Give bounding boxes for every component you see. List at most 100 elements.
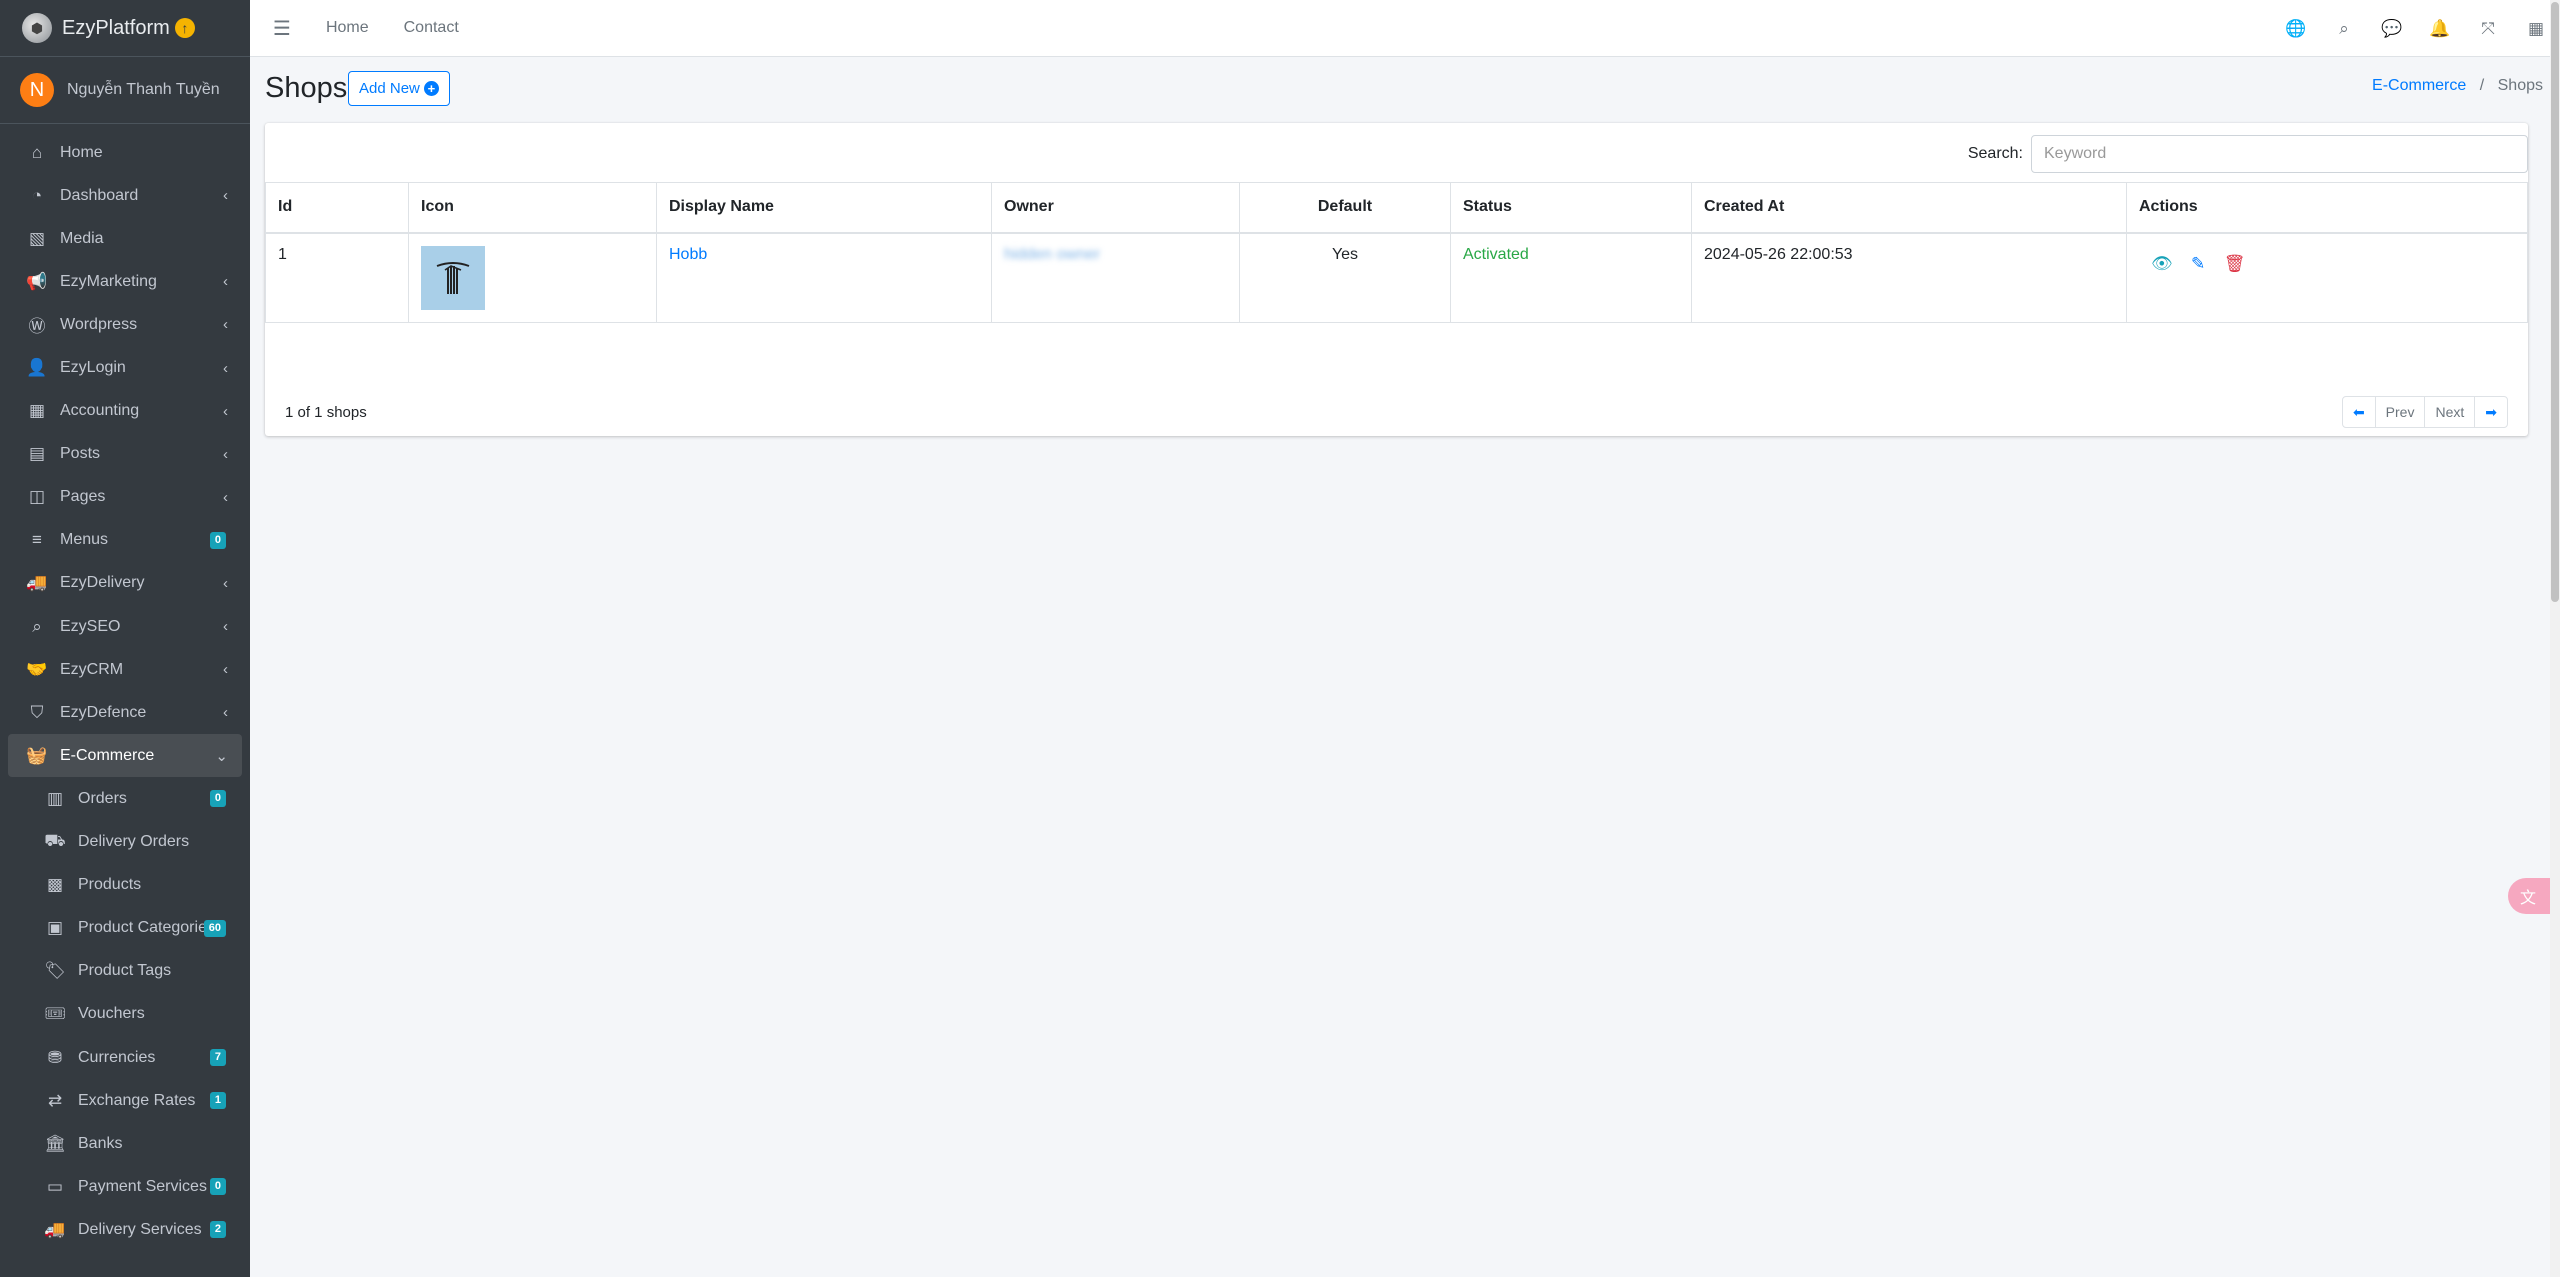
edit-icon[interactable]: ✎ — [2191, 254, 2205, 274]
chevron-left-icon: ‹ — [223, 618, 228, 636]
sidebar-item-product-categories[interactable]: ▣ Product Categories 60 — [8, 907, 242, 950]
handshake-icon: 🤝 — [26, 659, 48, 679]
sidebar-item-exchange-rates[interactable]: ⇄ Exchange Rates 1 — [8, 1079, 242, 1122]
prev-arrow-icon[interactable]: ⬅ — [2343, 397, 2376, 427]
sidebar-item-label: Accounting — [60, 402, 140, 420]
sidebar-item-menus[interactable]: ≡ Menus 0 — [8, 519, 242, 562]
cell-owner: hidden owner — [991, 232, 1240, 323]
bell-icon[interactable]: 🔔 — [2416, 19, 2464, 39]
sidebar-item-vouchers[interactable]: 🎟 Vouchers — [8, 993, 242, 1036]
sidebar-item-label: EzyMarketing — [60, 272, 157, 290]
clipboard-icon: ▣ — [46, 918, 64, 938]
sidebar-item-ezylogin[interactable]: 👤 EzyLogin ‹ — [8, 346, 242, 389]
col-created-at[interactable]: Created At — [1691, 182, 2127, 234]
scroll-thumb[interactable] — [2551, 2, 2559, 602]
view-icon[interactable]: 👁 — [2151, 254, 2173, 274]
delete-icon[interactable]: 🗑 — [2224, 254, 2246, 274]
brand[interactable]: ⬢ EzyPlatform ↑ — [0, 0, 250, 57]
sidebar-item-label: Menus — [60, 531, 109, 549]
sidebar-item-label: Product Tags — [78, 962, 172, 980]
shop-name-link[interactable]: Hobb — [669, 246, 707, 263]
pages-icon: ◫ — [28, 487, 46, 507]
chevron-left-icon: ‹ — [223, 445, 228, 463]
sidebar-item-ezyseo[interactable]: ⌕ EzySEO ‹ — [8, 605, 242, 648]
col-default[interactable]: Default — [1239, 182, 1451, 234]
sidebar-item-ezydelivery[interactable]: 🚚 EzyDelivery ‹ — [8, 562, 242, 605]
add-new-label: Add New — [359, 80, 420, 97]
sidebar-item-label: Wordpress — [60, 315, 138, 333]
add-new-button[interactable]: Add New + — [348, 71, 450, 106]
sidebar-item-media[interactable]: ▧ Media — [8, 217, 242, 260]
col-owner[interactable]: Owner — [991, 182, 1240, 234]
sidebar-item-ezycrm[interactable]: 🤝 EzyCRM ‹ — [8, 648, 242, 691]
fullscreen-icon[interactable]: ⤧ — [2464, 19, 2512, 39]
col-icon: Icon — [408, 182, 657, 234]
sidebar-item-payment-services[interactable]: ▭ Payment Services 0 — [8, 1165, 242, 1208]
page-scrollbar[interactable] — [2550, 0, 2560, 1277]
sidebar-item-ezydefence[interactable]: ⛉ EzyDefence ‹ — [8, 691, 242, 734]
sidebar-item-orders[interactable]: ▥ Orders 0 — [8, 777, 242, 820]
hamburger-icon[interactable]: ☰ — [273, 16, 291, 41]
top-right-icons: 🌐 ⌕ 💬 🔔 ⤧ ▦ — [2272, 0, 2560, 57]
prev-button[interactable]: Prev — [2376, 397, 2426, 427]
sidebar-item-product-tags[interactable]: 🏷 Product Tags — [8, 950, 242, 993]
megaphone-icon: 📢 — [26, 271, 48, 291]
count-badge: 7 — [209, 1049, 226, 1067]
top-link-contact[interactable]: Contact — [404, 19, 459, 37]
col-id[interactable]: Id — [265, 182, 409, 234]
sidebar-item-e-commerce[interactable]: 🧺 E-Commerce ⌄ — [8, 734, 242, 778]
count-badge: 60 — [203, 919, 226, 937]
sidebar-item-pages[interactable]: ◫ Pages ‹ — [8, 476, 242, 519]
globe-icon[interactable]: 🌐 — [2272, 19, 2320, 39]
sidebar-item-delivery-services[interactable]: 🚚 Delivery Services 2 — [8, 1208, 242, 1251]
col-status[interactable]: Status — [1450, 182, 1692, 234]
plus-circle-icon: + — [423, 81, 439, 96]
sidebar-item-wordpress[interactable]: Ⓦ Wordpress ‹ — [8, 303, 242, 346]
sidebar-item-posts[interactable]: ▤ Posts ‹ — [8, 433, 242, 476]
upgrade-icon[interactable]: ↑ — [174, 18, 195, 38]
top-link-home[interactable]: Home — [326, 19, 369, 37]
user-panel[interactable]: N Nguyễn Thanh Tuyền — [0, 57, 250, 124]
posts-icon: ▤ — [28, 444, 46, 464]
sidebar-item-label: Exchange Rates — [78, 1091, 196, 1109]
shops-card: Search: Id Icon Display Name Owner Defau… — [265, 123, 2528, 436]
col-actions: Actions — [2126, 182, 2528, 234]
sidebar-nav: ⌂ Home ◔ Dashboard ‹ ▧ Media 📢 EzyMarketing ‹ Ⓦ Wor… — [0, 124, 250, 1251]
chevron-left-icon: ‹ — [223, 488, 228, 506]
count-badge: 2 — [209, 1221, 226, 1239]
sidebar-item-ezymarketing[interactable]: 📢 EzyMarketing ‹ — [8, 260, 242, 303]
sidebar-item-products[interactable]: ▩ Products — [8, 864, 242, 907]
sidebar-item-dashboard[interactable]: ◔ Dashboard ‹ — [8, 174, 242, 217]
table-row: 1 Hobb hidden owner Yes Activated 2024-0… — [265, 232, 2528, 323]
sidebar-item-label: Posts — [60, 445, 101, 463]
col-display-name[interactable]: Display Name — [656, 182, 992, 234]
sidebar-item-label: Pages — [60, 488, 106, 506]
chevron-left-icon: ‹ — [223, 273, 228, 291]
breadcrumb: E-Commerce / Shops — [2372, 77, 2543, 95]
cell-actions: 👁 ✎ 🗑 — [2126, 232, 2528, 323]
platform-logo-icon: ⬢ — [22, 13, 52, 43]
sidebar-item-label: Dashboard — [60, 186, 139, 204]
top-navbar: ☰ Home Contact 🌐 ⌕ 💬 🔔 ⤧ ▦ — [250, 0, 2560, 57]
next-button[interactable]: Next — [2425, 397, 2476, 427]
sidebar-item-delivery-orders[interactable]: ⛟ Delivery Orders — [8, 821, 242, 864]
sidebar-item-label: Currencies — [78, 1048, 156, 1066]
sidebar-item-home[interactable]: ⌂ Home — [8, 131, 242, 174]
sidebar-item-label: EzyDelivery — [60, 574, 145, 592]
comments-icon[interactable]: 💬 — [2368, 19, 2416, 39]
breadcrumb-ecommerce[interactable]: E-Commerce — [2372, 77, 2466, 94]
owner-link[interactable]: hidden owner — [1004, 246, 1100, 263]
shop-logo-icon[interactable] — [421, 245, 485, 310]
sidebar-item-label: Products — [78, 876, 142, 894]
next-arrow-icon[interactable]: ➡ — [2475, 397, 2507, 427]
cell-icon — [408, 232, 657, 323]
sidebar-item-currencies[interactable]: ⛃ Currencies 7 — [8, 1036, 242, 1079]
user-lock-icon: 👤 — [26, 358, 48, 378]
sidebar-item-banks[interactable]: 🏛 Banks — [8, 1122, 242, 1165]
search-input[interactable] — [2031, 135, 2528, 173]
user-name[interactable]: Nguyễn Thanh Tuyền — [67, 81, 220, 99]
search-icon[interactable]: ⌕ — [2320, 19, 2368, 39]
avatar: N — [20, 73, 54, 107]
sidebar-item-accounting[interactable]: ▦ Accounting ‹ — [8, 390, 242, 433]
cell-status: Activated — [1450, 232, 1692, 323]
